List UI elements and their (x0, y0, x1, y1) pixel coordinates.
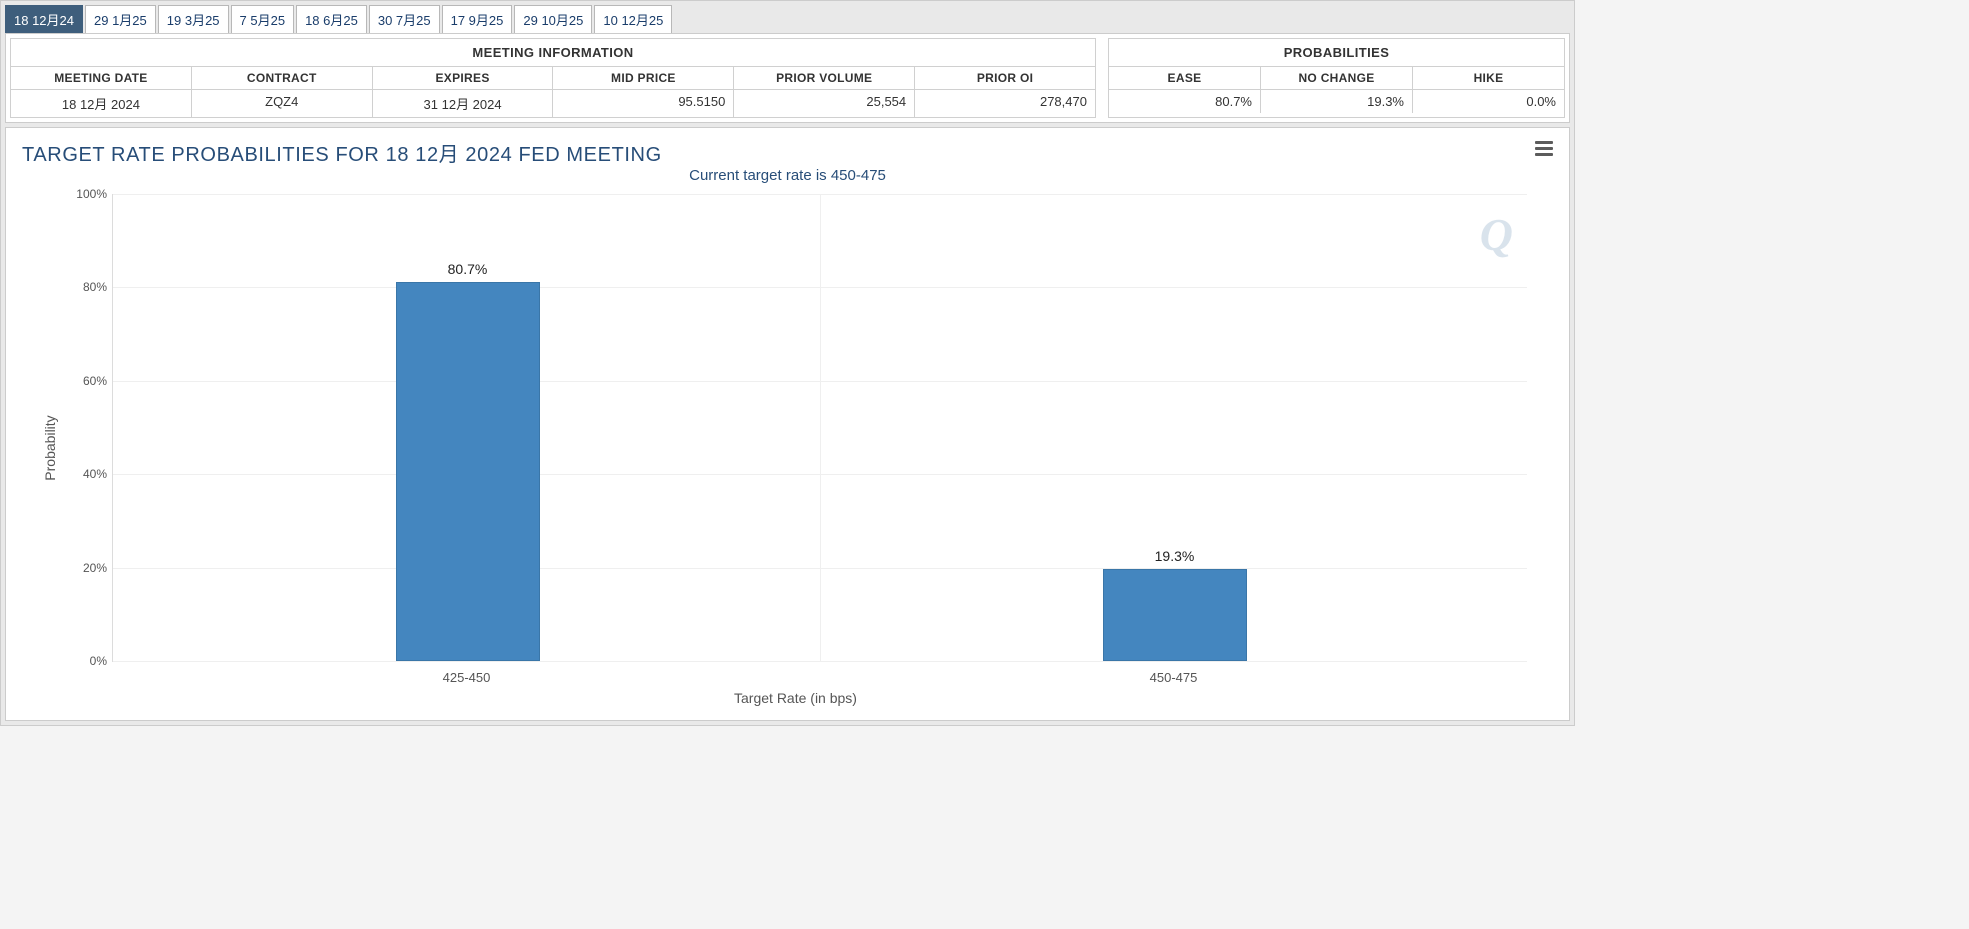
y-tick: 0% (63, 654, 107, 668)
col-val-ease: 80.7% (1109, 90, 1260, 113)
tab-0[interactable]: 18 12月24 (5, 5, 83, 33)
tab-row: 18 12月2429 1月2519 3月257 5月2518 6月2530 7月… (5, 5, 1570, 33)
col-head-ease: EASE (1109, 67, 1260, 90)
col-head-mid-price: MID PRICE (553, 67, 733, 90)
col-val-meeting-date: 18 12月 2024 (11, 90, 191, 117)
tab-4[interactable]: 18 6月25 (296, 5, 367, 33)
col-head-hike: HIKE (1413, 67, 1564, 90)
col-val-prior-volume: 25,554 (734, 90, 914, 113)
tab-1[interactable]: 29 1月25 (85, 5, 156, 33)
col-head-prior-volume: PRIOR VOLUME (734, 67, 914, 90)
plot-area: Q 0%20%40%60%80%100%80.7%425-45019.3%450… (112, 194, 1527, 662)
meeting-info-panel: MEETING INFORMATION MEETING DATE 18 12月 … (10, 38, 1096, 118)
tab-3[interactable]: 7 5月25 (231, 5, 295, 33)
y-axis-label: Probability (42, 415, 58, 480)
bar-value-label: 19.3% (1104, 548, 1246, 564)
plot-col-divider (820, 194, 821, 661)
col-head-prior-oi: PRIOR OI (915, 67, 1095, 90)
watermark: Q (1480, 208, 1513, 261)
col-val-contract: ZQZ4 (192, 90, 372, 113)
col-val-hike: 0.0% (1413, 90, 1564, 113)
col-val-mid-price: 95.5150 (553, 90, 733, 113)
x-tick: 450-475 (1103, 670, 1245, 685)
meeting-info-body: MEETING DATE 18 12月 2024 CONTRACT ZQZ4 E… (11, 67, 1095, 117)
col-val-no-change: 19.3% (1261, 90, 1412, 113)
plot-wrap: Probability Q 0%20%40%60%80%100%80.7%425… (56, 188, 1535, 708)
chart-card: TARGET RATE PROBABILITIES FOR 18 12月 202… (5, 127, 1570, 721)
x-tick: 425-450 (396, 670, 538, 685)
tab-2[interactable]: 19 3月25 (158, 5, 229, 33)
tab-6[interactable]: 17 9月25 (442, 5, 513, 33)
tab-7[interactable]: 29 10月25 (514, 5, 592, 33)
col-head-contract: CONTRACT (192, 67, 372, 90)
tab-5[interactable]: 30 7月25 (369, 5, 440, 33)
probabilities-panel: PROBABILITIES EASE 80.7% NO CHANGE 19.3%… (1108, 38, 1565, 118)
col-val-prior-oi: 278,470 (915, 90, 1095, 113)
y-tick: 60% (63, 374, 107, 388)
col-head-no-change: NO CHANGE (1261, 67, 1412, 90)
info-row: MEETING INFORMATION MEETING DATE 18 12月 … (5, 33, 1570, 123)
col-val-expires: 31 12月 2024 (373, 90, 553, 117)
chart-bar[interactable]: 19.3% (1103, 569, 1247, 661)
y-tick: 40% (63, 467, 107, 481)
grid-line (113, 661, 1527, 662)
tab-8[interactable]: 10 12月25 (594, 5, 672, 33)
x-axis-label: Target Rate (in bps) (56, 690, 1535, 706)
col-head-meeting-date: MEETING DATE (11, 67, 191, 90)
y-tick: 80% (63, 280, 107, 294)
chart-bar[interactable]: 80.7% (396, 282, 540, 661)
y-tick: 100% (63, 187, 107, 201)
chart-menu-icon[interactable] (1529, 134, 1559, 163)
bar-value-label: 80.7% (397, 261, 539, 277)
probabilities-body: EASE 80.7% NO CHANGE 19.3% HIKE 0.0% (1109, 67, 1564, 113)
meeting-info-title: MEETING INFORMATION (11, 39, 1095, 67)
chart-title-row: TARGET RATE PROBABILITIES FOR 18 12月 202… (16, 134, 1559, 171)
col-head-expires: EXPIRES (373, 67, 553, 90)
chart-title: TARGET RATE PROBABILITIES FOR 18 12月 202… (16, 134, 668, 171)
probabilities-title: PROBABILITIES (1109, 39, 1564, 67)
app-root: 18 12月2429 1月2519 3月257 5月2518 6月2530 7月… (0, 0, 1575, 726)
y-tick: 20% (63, 561, 107, 575)
